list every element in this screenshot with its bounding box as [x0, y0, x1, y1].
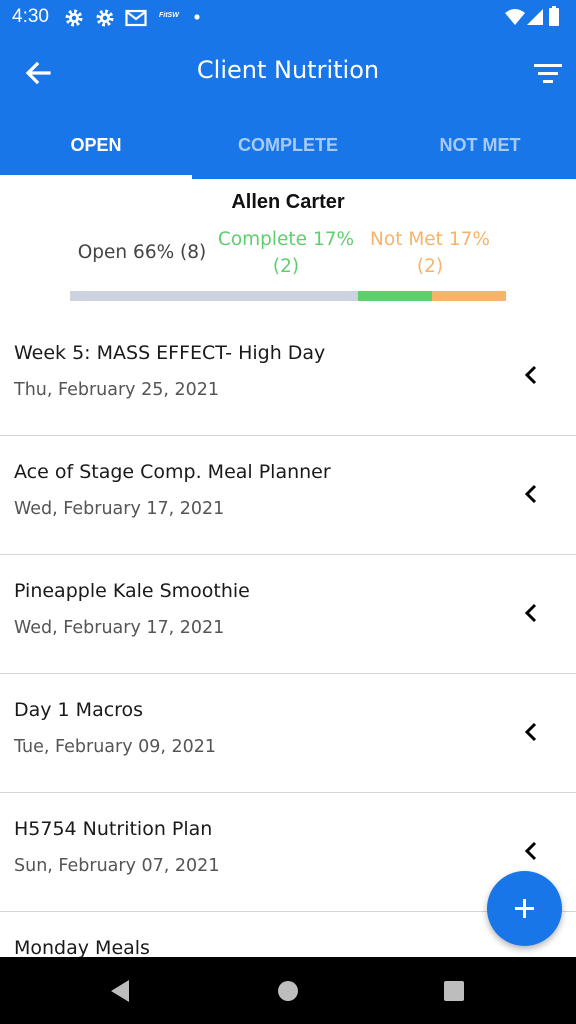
gear-icon — [96, 9, 114, 27]
app-bar: Client Nutrition — [0, 36, 576, 106]
plan-date: Thu, February 25, 2021 — [14, 380, 220, 400]
chevron-left-icon[interactable] — [520, 482, 542, 506]
list-item[interactable]: Week 5: MASS EFFECT- High Day Thu, Febru… — [0, 317, 576, 436]
chevron-left-icon[interactable] — [520, 363, 542, 387]
signal-icon — [527, 9, 543, 25]
fitsw-icon: FitSW — [159, 12, 179, 19]
not-met-stat: Not Met 17% (2) — [358, 226, 502, 280]
progress-not-met-segment — [431, 291, 506, 301]
plan-title: Ace of Stage Comp. Meal Planner — [14, 461, 331, 483]
plan-title: Monday Meals — [14, 937, 150, 957]
plan-title: Pineapple Kale Smoothie — [14, 580, 250, 602]
complete-stat-count: (2) — [272, 256, 300, 277]
open-stat: Open 66% (8) — [70, 239, 214, 266]
chevron-left-icon[interactable] — [520, 720, 542, 744]
list-item[interactable]: Day 1 Macros Tue, February 09, 2021 — [0, 674, 576, 793]
status-progress-bar — [70, 291, 506, 301]
plan-date: Wed, February 17, 2021 — [14, 499, 225, 519]
status-time: 4:30 — [12, 6, 49, 27]
nutrition-plan-list: Week 5: MASS EFFECT- High Day Thu, Febru… — [0, 317, 576, 957]
plus-icon — [515, 899, 534, 918]
nav-home-icon[interactable] — [274, 977, 302, 1005]
progress-open-segment — [70, 291, 358, 301]
plan-date: Tue, February 09, 2021 — [14, 737, 217, 757]
plan-title: Day 1 Macros — [14, 699, 144, 721]
page-title: Client Nutrition — [196, 56, 380, 84]
gmail-icon — [125, 9, 147, 27]
plan-date: Sun, February 07, 2021 — [14, 856, 220, 876]
status-bar: 4:30 FitSW — [0, 0, 576, 36]
not-met-stat-count: (2) — [416, 256, 444, 277]
system-nav-bar — [0, 957, 576, 1024]
tab-open[interactable]: OPEN — [0, 106, 192, 179]
client-name: Allen Carter — [231, 191, 345, 213]
plan-title: Week 5: MASS EFFECT- High Day — [14, 342, 326, 364]
tab-bar: OPEN COMPLETE NOT MET — [0, 106, 576, 179]
progress-complete-segment — [357, 291, 432, 301]
open-stat-label: Open 66% (8) — [77, 242, 207, 263]
list-item[interactable]: Pineapple Kale Smoothie Wed, February 17… — [0, 555, 576, 674]
add-plan-button[interactable] — [487, 871, 562, 946]
not-met-stat-label: Not Met 17% — [370, 229, 490, 250]
nav-recents-icon[interactable] — [440, 977, 468, 1005]
plan-title: H5754 Nutrition Plan — [14, 818, 213, 840]
filter-icon[interactable] — [532, 60, 564, 88]
plan-date: Wed, February 17, 2021 — [14, 618, 225, 638]
complete-stat: Complete 17% (2) — [214, 226, 358, 280]
client-summary: Allen Carter Open 66% (8) Complete 17% (… — [0, 179, 576, 319]
tab-not-met[interactable]: NOT MET — [384, 106, 576, 179]
list-item[interactable]: Ace of Stage Comp. Meal Planner Wed, Feb… — [0, 436, 576, 555]
gear-icon — [65, 9, 83, 27]
chevron-left-icon[interactable] — [520, 601, 542, 625]
tab-complete[interactable]: COMPLETE — [192, 106, 384, 179]
chevron-left-icon[interactable] — [520, 839, 542, 863]
nav-back-icon[interactable] — [107, 977, 135, 1005]
dot-icon — [194, 14, 200, 20]
complete-stat-label: Complete 17% — [217, 229, 355, 250]
battery-icon — [549, 6, 559, 26]
wifi-icon — [505, 9, 525, 25]
